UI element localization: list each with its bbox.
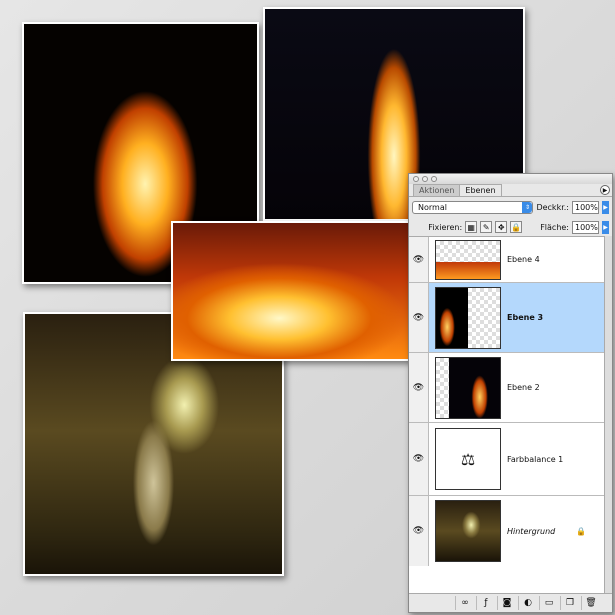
chevron-updown-icon: ⇕ [522,201,533,213]
lock-paint-icon[interactable]: ✎ [480,221,493,233]
opacity-input[interactable]: 100% [572,200,599,214]
opacity-label: Deckkr.: [536,202,569,212]
layer-thumbnail [435,239,501,280]
blend-mode-select[interactable]: Normal ⇕ [412,200,534,214]
lock-label: Fixieren: [428,222,463,232]
new-group-icon[interactable]: ▭ [539,596,558,610]
zoom-button[interactable] [431,176,437,182]
layer-row[interactable]: 👁 Hintergrund 🔒 [409,496,604,566]
tab-ebenen[interactable]: Ebenen [459,184,502,196]
layers-panel: Aktionen Ebenen ▶ Normal ⇕ Deckkr.: 100% … [408,173,613,613]
lock-transparency-icon[interactable]: ▦ [465,221,478,233]
adjustment-layer-icon[interactable]: ◐ [518,596,537,610]
title-bar [409,174,612,184]
minimize-button[interactable] [422,176,428,182]
scrollbar[interactable] [604,236,612,593]
layers-list: 👁 Ebene 4 👁 Ebene 3 👁 Ebene 2 👁 ⚖ Farbba… [409,236,604,593]
fill-label: Fläche: [540,222,569,232]
layer-row[interactable]: 👁 Ebene 4 [409,237,604,283]
lock-icon: 🔒 [576,526,586,536]
visibility-eye-icon[interactable]: 👁 [409,496,429,566]
trash-icon[interactable]: 🗑 [581,596,600,610]
lock-move-icon[interactable]: ✥ [495,221,508,233]
close-button[interactable] [413,176,419,182]
visibility-eye-icon[interactable]: 👁 [409,237,429,282]
layer-style-icon[interactable]: ƒ [476,596,495,610]
panel-toolbar: ∞ ƒ ◙ ◐ ▭ ❐ 🗑 [409,593,612,612]
lock-all-icon[interactable]: 🔒 [510,221,523,233]
link-icon[interactable]: ∞ [455,596,474,610]
visibility-eye-icon[interactable]: 👁 [409,353,429,422]
mask-icon[interactable]: ◙ [497,596,516,610]
fill-slider-button[interactable]: ▶ [602,220,609,234]
visibility-eye-icon[interactable]: 👁 [409,283,429,352]
adjustment-balance-icon: ⚖ [435,428,501,490]
new-layer-icon[interactable]: ❐ [560,596,579,610]
layer-row[interactable]: 👁 Ebene 2 [409,353,604,423]
layer-name: Hintergrund [507,526,556,536]
layer-name: Ebene 4 [507,255,540,264]
layer-row-selected[interactable]: 👁 Ebene 3 [409,283,604,353]
tab-aktionen[interactable]: Aktionen [413,184,461,196]
opacity-slider-button[interactable]: ▶ [602,200,609,214]
fill-input[interactable]: 100% [572,220,599,234]
layer-name: Ebene 3 [507,313,544,322]
layer-thumbnail [435,286,501,349]
panel-menu-icon[interactable]: ▶ [600,185,610,195]
layer-name: Farbbalance 1 [507,454,564,464]
flame-photo-3 [171,221,411,361]
layer-thumbnail [435,500,501,562]
visibility-eye-icon[interactable]: 👁 [409,423,429,495]
layer-thumbnail [435,356,501,419]
layer-row[interactable]: 👁 ⚖ Farbbalance 1 [409,423,604,496]
layer-name: Ebene 2 [507,383,540,392]
blend-mode-value: Normal [418,202,447,212]
